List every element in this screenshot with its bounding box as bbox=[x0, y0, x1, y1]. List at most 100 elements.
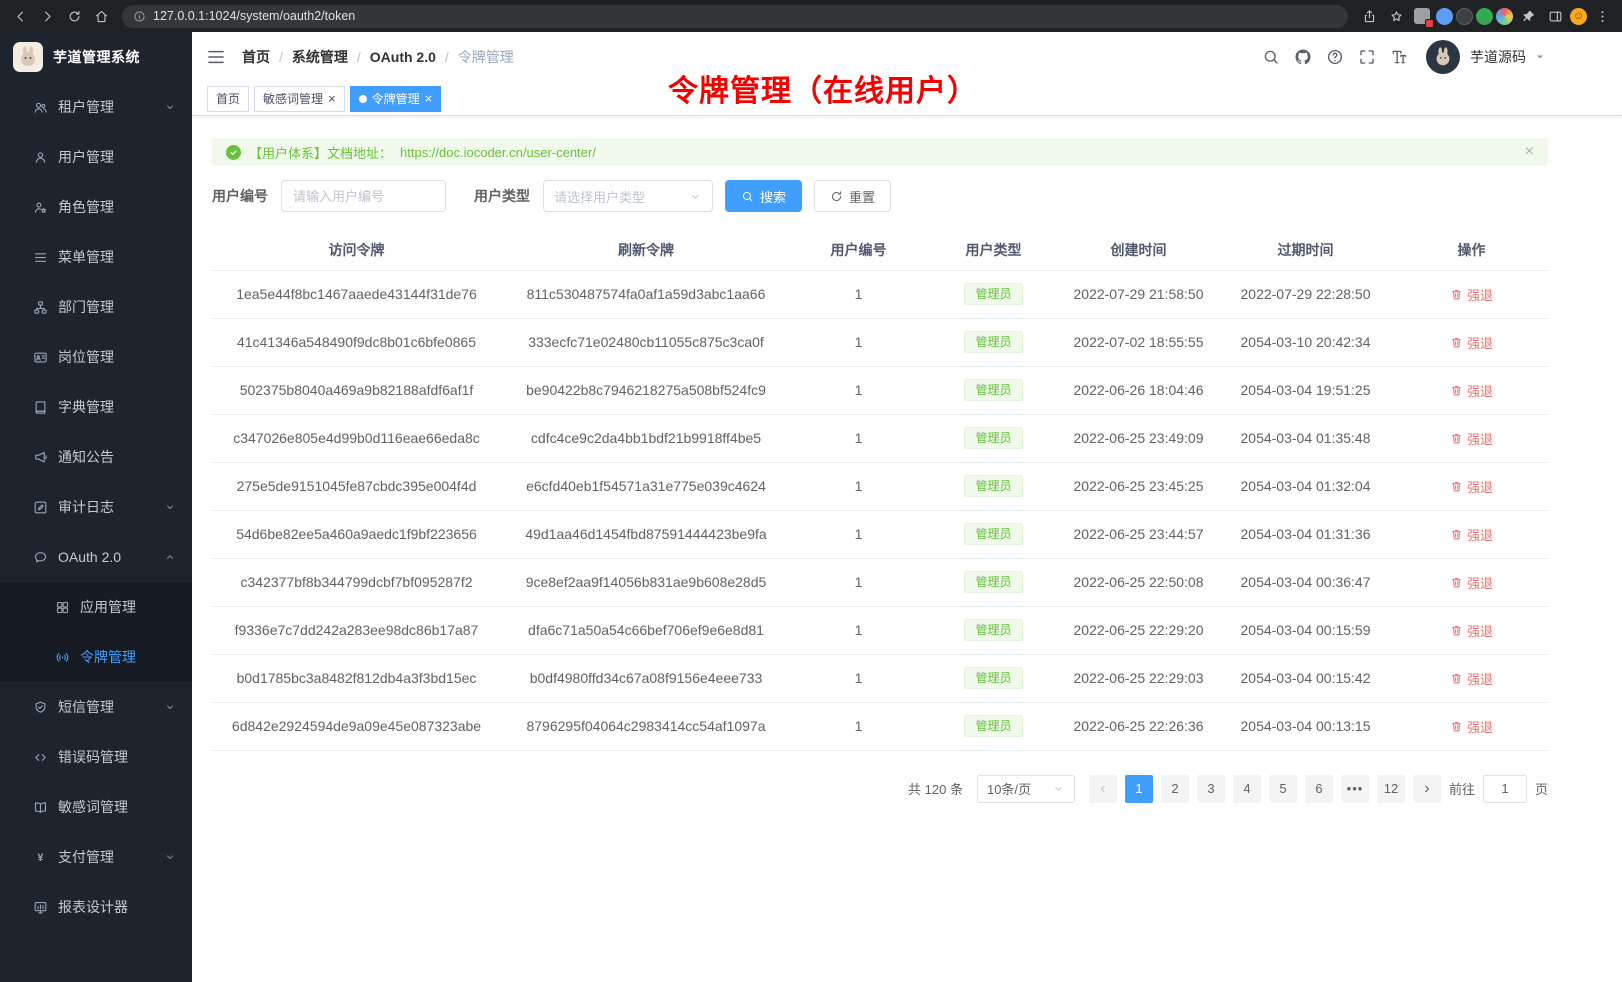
sidebar-item-oauth2-token[interactable]: 令牌管理 bbox=[0, 632, 192, 682]
breadcrumb-item[interactable]: 首页 bbox=[242, 47, 270, 67]
sidebar-item-user[interactable]: 用户管理 bbox=[0, 132, 192, 182]
tab-home[interactable]: 首页 bbox=[207, 86, 249, 112]
browser-reload-icon[interactable] bbox=[62, 4, 86, 28]
sidebar-item-sensitive-word[interactable]: 敏感词管理 bbox=[0, 782, 192, 832]
side-panel-icon[interactable] bbox=[1543, 4, 1567, 28]
app-grid-icon bbox=[55, 600, 70, 615]
sidebar-item-pay[interactable]: ¥支付管理 bbox=[0, 832, 192, 882]
log-icon bbox=[33, 500, 48, 515]
caret-down-icon[interactable] bbox=[1534, 51, 1546, 63]
pagination-page-3[interactable]: 3 bbox=[1197, 775, 1225, 803]
close-icon[interactable]: × bbox=[425, 92, 433, 105]
extension-icon[interactable] bbox=[1456, 8, 1473, 25]
username[interactable]: 芋道源码 bbox=[1470, 47, 1526, 67]
profile-avatar[interactable]: ☺ bbox=[1570, 8, 1587, 25]
app-logo[interactable]: 芋道管理系统 bbox=[0, 32, 192, 82]
sidebar-item-tenant[interactable]: 租户管理 bbox=[0, 82, 192, 132]
force-logout-button[interactable]: 强退 bbox=[1450, 621, 1493, 640]
delete-icon bbox=[1450, 384, 1463, 397]
sidebar-item-label: 字典管理 bbox=[58, 397, 114, 417]
sidebar-item-dict[interactable]: 字典管理 bbox=[0, 382, 192, 432]
user-type-select[interactable]: 请选择用户类型 bbox=[543, 180, 713, 212]
site-info-icon[interactable] bbox=[133, 10, 146, 23]
extension-icon[interactable] bbox=[1436, 8, 1453, 25]
close-icon[interactable]: × bbox=[328, 92, 336, 105]
pagination-page-4[interactable]: 4 bbox=[1233, 775, 1261, 803]
force-logout-button[interactable]: 强退 bbox=[1450, 285, 1493, 304]
user-id-input[interactable] bbox=[281, 180, 446, 212]
sidebar-item-role[interactable]: 角色管理 bbox=[0, 182, 192, 232]
pin-icon[interactable] bbox=[1516, 4, 1540, 28]
breadcrumb-item[interactable]: OAuth 2.0 bbox=[370, 49, 436, 65]
user-icon bbox=[33, 150, 48, 165]
force-logout-button[interactable]: 强退 bbox=[1450, 717, 1493, 736]
pagination-ellipsis[interactable]: ••• bbox=[1341, 775, 1369, 803]
table-row: 6d842e2924594de9a09e45e087323abe8796295f… bbox=[212, 702, 1548, 750]
fullscreen-icon[interactable] bbox=[1358, 48, 1376, 66]
share-glyph-icon bbox=[1362, 9, 1377, 24]
extension-icon[interactable] bbox=[1476, 8, 1493, 25]
github-icon[interactable] bbox=[1294, 48, 1312, 66]
avatar[interactable] bbox=[1426, 40, 1460, 74]
extension-icon[interactable] bbox=[1414, 8, 1430, 24]
sidebar-item-post[interactable]: 岗位管理 bbox=[0, 332, 192, 382]
force-logout-button[interactable]: 强退 bbox=[1450, 333, 1493, 352]
sidebar-item-oauth2[interactable]: OAuth 2.0 bbox=[0, 532, 192, 582]
sidebar-collapse-button[interactable] bbox=[206, 47, 226, 67]
pagination-page-12[interactable]: 12 bbox=[1377, 775, 1405, 803]
doc-link[interactable]: https://doc.iocoder.cn/user-center/ bbox=[400, 145, 596, 160]
user-type-badge: 管理员 bbox=[964, 667, 1022, 689]
expire-time-cell: 2054-03-04 01:32:04 bbox=[1216, 462, 1395, 510]
page-size-select[interactable]: 10条/页 bbox=[977, 775, 1075, 803]
bookmark-star-icon[interactable] bbox=[1384, 4, 1408, 28]
svg-text:¥: ¥ bbox=[38, 851, 44, 863]
pagination-page-5[interactable]: 5 bbox=[1269, 775, 1297, 803]
address-bar[interactable]: 127.0.0.1:1024/system/oauth2/token bbox=[122, 5, 1348, 28]
force-logout-button[interactable]: 强退 bbox=[1450, 573, 1493, 592]
next-page-button[interactable]: › bbox=[1413, 775, 1441, 803]
force-logout-button[interactable]: 强退 bbox=[1450, 669, 1493, 688]
share-icon[interactable] bbox=[1357, 4, 1381, 28]
browser-menu-icon[interactable] bbox=[1590, 4, 1614, 28]
user-type-cell: 管理员 bbox=[926, 414, 1061, 462]
table-row: 275e5de9151045fe87cbdc395e004f4de6cfd40e… bbox=[212, 462, 1548, 510]
browser-forward-icon[interactable] bbox=[35, 4, 59, 28]
action-cell: 强退 bbox=[1395, 414, 1548, 462]
force-logout-button[interactable]: 强退 bbox=[1450, 525, 1493, 544]
tab-token[interactable]: 令牌管理× bbox=[350, 86, 442, 112]
search-button[interactable]: 搜索 bbox=[725, 180, 802, 212]
sidebar-item-menu[interactable]: 菜单管理 bbox=[0, 232, 192, 282]
sidebar-item-notice[interactable]: 通知公告 bbox=[0, 432, 192, 482]
prev-page-button[interactable]: ‹ bbox=[1089, 775, 1117, 803]
breadcrumb-item[interactable]: 系统管理 bbox=[292, 47, 348, 67]
goto-page-input[interactable] bbox=[1483, 775, 1527, 803]
expire-time-cell: 2054-03-04 00:15:42 bbox=[1216, 654, 1395, 702]
reset-button[interactable]: 重置 bbox=[814, 180, 891, 212]
force-logout-button[interactable]: 强退 bbox=[1450, 429, 1493, 448]
help-icon[interactable] bbox=[1326, 48, 1344, 66]
force-logout-button[interactable]: 强退 bbox=[1450, 477, 1493, 496]
sidebar-item-report[interactable]: 报表设计器 bbox=[0, 882, 192, 932]
pagination-page-6[interactable]: 6 bbox=[1305, 775, 1333, 803]
table-row: 54d6be82ee5a460a9aedc1f9bf22365649d1aa46… bbox=[212, 510, 1548, 558]
refresh-token-cell: be90422b8c7946218275a508bf524fc9 bbox=[501, 366, 791, 414]
sidebar-item-audit-log[interactable]: 审计日志 bbox=[0, 482, 192, 532]
sidebar-item-error-code[interactable]: 错误码管理 bbox=[0, 732, 192, 782]
sidebar-item-sms[interactable]: 短信管理 bbox=[0, 682, 192, 732]
browser-home-icon[interactable] bbox=[89, 4, 113, 28]
force-logout-button[interactable]: 强退 bbox=[1450, 381, 1493, 400]
tab-sensitive-word[interactable]: 敏感词管理× bbox=[254, 86, 345, 112]
breadcrumb-separator: / bbox=[357, 49, 361, 65]
pagination-page-1[interactable]: 1 bbox=[1125, 775, 1153, 803]
sidebar-item-dept[interactable]: 部门管理 bbox=[0, 282, 192, 332]
extension-icon[interactable] bbox=[1496, 8, 1513, 25]
sidebar-item-oauth2-app[interactable]: 应用管理 bbox=[0, 582, 192, 632]
access-token-cell: 41c41346a548490f9dc8b01c6bfe0865 bbox=[212, 318, 501, 366]
home-icon bbox=[94, 9, 109, 24]
browser-back-icon[interactable] bbox=[8, 4, 32, 28]
alert-close-icon[interactable]: × bbox=[1525, 144, 1534, 160]
pagination-page-2[interactable]: 2 bbox=[1161, 775, 1189, 803]
search-icon[interactable] bbox=[1262, 48, 1280, 66]
delete-icon bbox=[1450, 624, 1463, 637]
font-size-icon[interactable] bbox=[1390, 48, 1408, 66]
